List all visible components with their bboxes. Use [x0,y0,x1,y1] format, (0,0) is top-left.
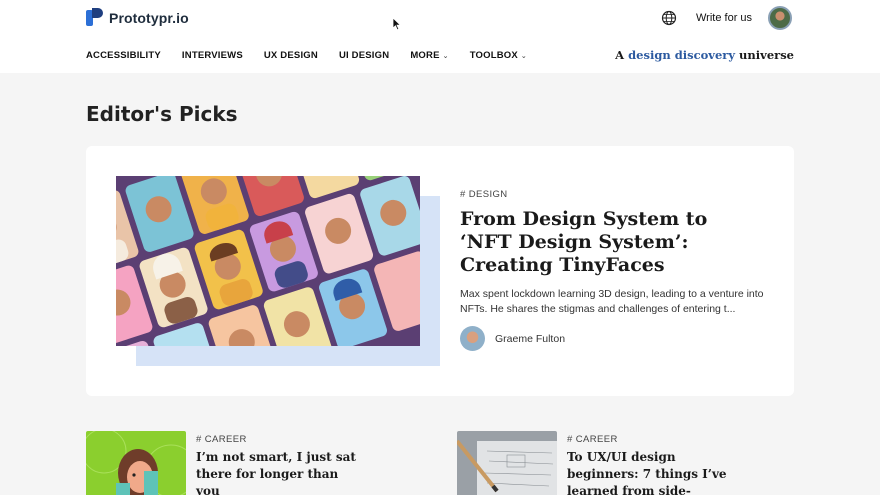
author-avatar [460,326,485,351]
featured-article-description: Max spent lockdown learning 3D design, l… [460,288,764,315]
tinyfaces-illustration [116,176,420,346]
article-tag[interactable]: # CAREER [196,434,247,445]
nav-item-label: INTERVIEWS [181,50,243,61]
nav-item-ui-design[interactable]: UI DESIGN [339,50,389,61]
globe-icon[interactable] [661,10,677,26]
site-header: Prototypr.io Write for us ACCESSIBILITY … [0,0,880,73]
featured-article-card[interactable]: # DESIGN From Design System to ‘NFT Desi… [86,146,794,396]
tagline-pre: A [615,48,625,62]
tagline-highlight: design discovery [628,48,736,62]
site-logo[interactable]: Prototypr.io [86,8,189,28]
nav-item-ux-design[interactable]: UX DESIGN [264,50,318,61]
nav-item-label: MORE [410,50,440,61]
sketching-photo [457,431,557,495]
nav-item-more[interactable]: MORE ⌄ [410,50,448,61]
article-title[interactable]: To UX/UI design beginners: 7 things I’ve… [567,449,727,495]
nav-item-label: UX DESIGN [263,50,318,61]
chevron-down-icon: ⌄ [520,52,527,60]
featured-article-title[interactable]: From Design System to ‘NFT Design System… [460,208,760,277]
nav-item-label: UI DESIGN [338,50,390,61]
chevron-down-icon: ⌄ [442,52,449,60]
article-title[interactable]: I’m not smart, I just sat there for long… [196,449,356,495]
write-for-us-link[interactable]: Write for us [696,12,752,24]
article-tag[interactable]: # CAREER [567,434,618,445]
site-logo-text: Prototypr.io [109,10,189,26]
nav-item-accessibility[interactable]: ACCESSIBILITY [86,50,161,61]
mouse-cursor-icon [392,17,402,31]
site-tagline: A design discovery universe [615,48,794,62]
nav-item-label: TOOLBOX [469,50,518,61]
article-thumbnail[interactable] [86,431,186,495]
main-nav: ACCESSIBILITY INTERVIEWS UX DESIGN UI DE… [86,50,548,61]
career-illustration [86,431,186,495]
featured-article-author[interactable]: Graeme Fulton [460,326,565,351]
featured-article-image[interactable] [116,176,420,346]
featured-article-tag[interactable]: # DESIGN [460,189,508,200]
prototypr-logo-icon [86,8,103,26]
nav-item-interviews[interactable]: INTERVIEWS [182,50,243,61]
author-name: Graeme Fulton [495,332,566,345]
tagline-post: universe [739,48,794,62]
nav-item-toolbox[interactable]: TOOLBOX ⌄ [470,50,527,61]
nav-item-label: ACCESSIBILITY [86,50,161,61]
article-thumbnail[interactable] [457,431,557,495]
page-title: Editor's Picks [86,102,238,126]
user-avatar[interactable] [768,6,792,30]
